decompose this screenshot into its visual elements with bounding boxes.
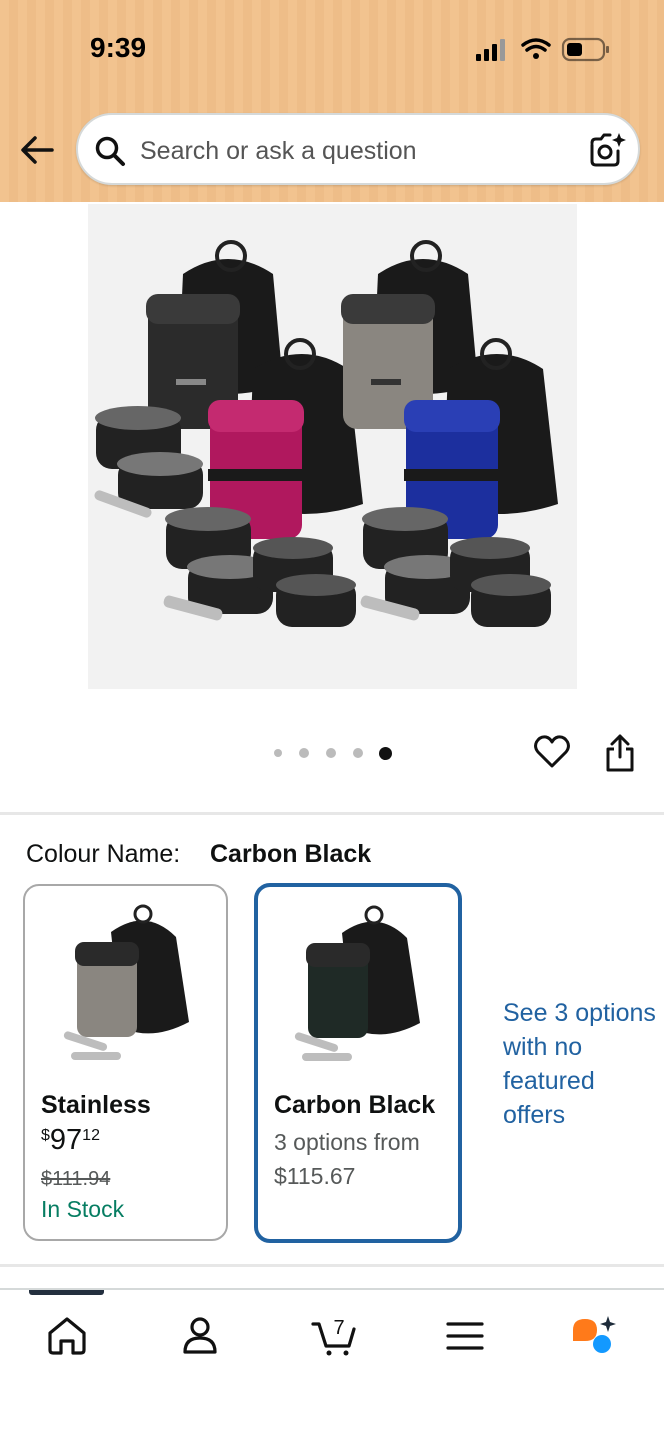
- price-whole: 97: [49, 1124, 83, 1156]
- carousel-dot-active[interactable]: [379, 747, 392, 760]
- carousel-dot[interactable]: [299, 748, 309, 758]
- link-line: offers: [503, 1101, 566, 1129]
- active-tab-indicator: [29, 1290, 104, 1295]
- swatch-carbon-black[interactable]: Carbon Black 3 options from $115.67: [254, 883, 462, 1243]
- swatch-price: $9712: [41, 1124, 100, 1157]
- menu-icon[interactable]: [443, 1314, 487, 1358]
- swatch-thumbnail: [63, 904, 189, 1060]
- section-divider: [0, 1264, 664, 1267]
- link-line: featured: [503, 1067, 595, 1095]
- cart-icon[interactable]: 7: [308, 1314, 358, 1358]
- availability-status: In Stock: [41, 1196, 125, 1222]
- app-header: 9:39 Search or ask a question: [0, 0, 664, 202]
- colour-selected-value: Carbon Black: [210, 840, 372, 868]
- image-carousel-dots[interactable]: [270, 744, 400, 762]
- cart-count: 7: [333, 1317, 344, 1339]
- swatch-thumbnail: [294, 905, 420, 1061]
- search-icon: [95, 136, 125, 166]
- home-icon[interactable]: [45, 1314, 89, 1358]
- search-placeholder: Search or ask a question: [140, 137, 417, 165]
- bottom-tab-bar: 7: [0, 1288, 664, 1440]
- status-time: 9:39: [90, 32, 147, 63]
- product-image[interactable]: [88, 204, 577, 689]
- product-photo-lunch-jars: [94, 240, 558, 627]
- list-price: $111.94: [41, 1168, 111, 1190]
- wifi-icon: [521, 38, 551, 59]
- price-fraction: 12: [82, 1127, 100, 1144]
- section-divider: [0, 812, 664, 815]
- carousel-dot[interactable]: [274, 749, 282, 757]
- share-icon[interactable]: [603, 733, 637, 773]
- camera-lens-icon[interactable]: [588, 131, 628, 169]
- search-input[interactable]: Search or ask a question: [76, 113, 640, 185]
- see-more-options-link[interactable]: See 3 options with no featured offers: [503, 996, 656, 1132]
- carousel-dot[interactable]: [326, 748, 336, 758]
- swatch-stainless[interactable]: Stainless $9712 $111.94 In Stock: [23, 884, 228, 1241]
- signal-icon: [476, 39, 505, 61]
- battery-icon: [561, 37, 609, 62]
- link-line: See 3 options: [503, 999, 656, 1027]
- link-line: with no: [503, 1033, 583, 1061]
- colour-label: Colour Name:: [26, 840, 181, 868]
- options-price: $115.67: [274, 1163, 356, 1189]
- account-icon[interactable]: [178, 1314, 222, 1358]
- back-arrow-icon[interactable]: [18, 130, 58, 170]
- options-text: 3 options from: [274, 1129, 420, 1155]
- swatch-name: Stainless: [41, 1091, 151, 1119]
- price-symbol: $: [41, 1127, 50, 1144]
- swatch-name: Carbon Black: [274, 1091, 436, 1119]
- rufus-assistant-icon[interactable]: [570, 1314, 620, 1358]
- carousel-dot[interactable]: [353, 748, 363, 758]
- heart-icon[interactable]: [533, 733, 571, 771]
- status-icons: [476, 37, 609, 62]
